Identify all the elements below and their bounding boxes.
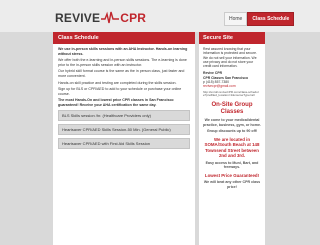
promo-text: We come to your medical/dental practice,… [203,118,261,127]
session-heartsaver-cpr-aed[interactable]: Heartsaver CPR/AED Skills Session-50 Min… [58,123,190,135]
logo-revive-text: REVIVE [55,11,101,25]
top-nav: Home Class Schedule [224,12,295,26]
logo-cpr-text: CPR [120,11,147,25]
nav-home-link[interactable]: Home [224,12,248,26]
promo-text: We will beat any other CPR class price! [203,180,261,189]
heartbeat-icon [101,11,120,24]
schedule-url-link[interactable]: http://enroll.reviveCPR.com/class-schedu… [203,90,261,99]
promo-location: We are located in SOMA/South Beach at 14… [204,137,260,159]
main-content: We use in-person skills sessions with an… [53,44,195,155]
sidebar-title: Secure Site [199,32,265,44]
promo-price: Lowest Price Guaranteed! [204,172,260,178]
nav-class-schedule-link[interactable]: Class Schedule [247,12,295,26]
paragraph: Hands-on skill practice and testing are … [58,80,177,85]
contact-email-link[interactable]: revivecpr@gmail.com [203,84,261,88]
main-panel: Class Schedule We use in-person skills s… [53,32,195,245]
promo-text: Group discounts up to 90 off! [206,129,258,134]
session-heartsaver-first-aid[interactable]: Heartsaver CPR/AED with First Aid Skills… [58,137,190,149]
paragraph: The most Hands-On and lowest price CPR c… [58,98,174,107]
page: REVIVE CPR Home Class Schedule Class Sch… [0,0,320,245]
site-logo[interactable]: REVIVE CPR [55,8,146,28]
session-bls[interactable]: BLS Skills session /hr. (Healthcare Prov… [58,109,190,121]
promo-title: On-Site Group Classes [211,102,253,116]
sidebar: Secure Site Rest assured knowing that yo… [199,32,265,245]
contact-block: Revive CPR CPR Classes San Francisco p (… [203,71,261,88]
sidebar-content: Rest assured knowing that your informati… [199,44,265,194]
page-title: Class Schedule [53,32,195,44]
paragraph: Sign up for BLS or CPR/AED to add to you… [58,87,182,96]
site-header: REVIVE CPR Home Class Schedule [0,0,320,32]
intro-text: We use in-person skills sessions with an… [58,47,188,56]
promo-text: Easy access to Muni, Bart, and freeways. [205,160,259,170]
secure-text: Rest assured knowing that your informati… [203,47,257,69]
paragraph: Our hybrid skill format course is the sa… [58,69,185,78]
paragraph: We offer both the e-learning and in-pers… [58,58,187,67]
